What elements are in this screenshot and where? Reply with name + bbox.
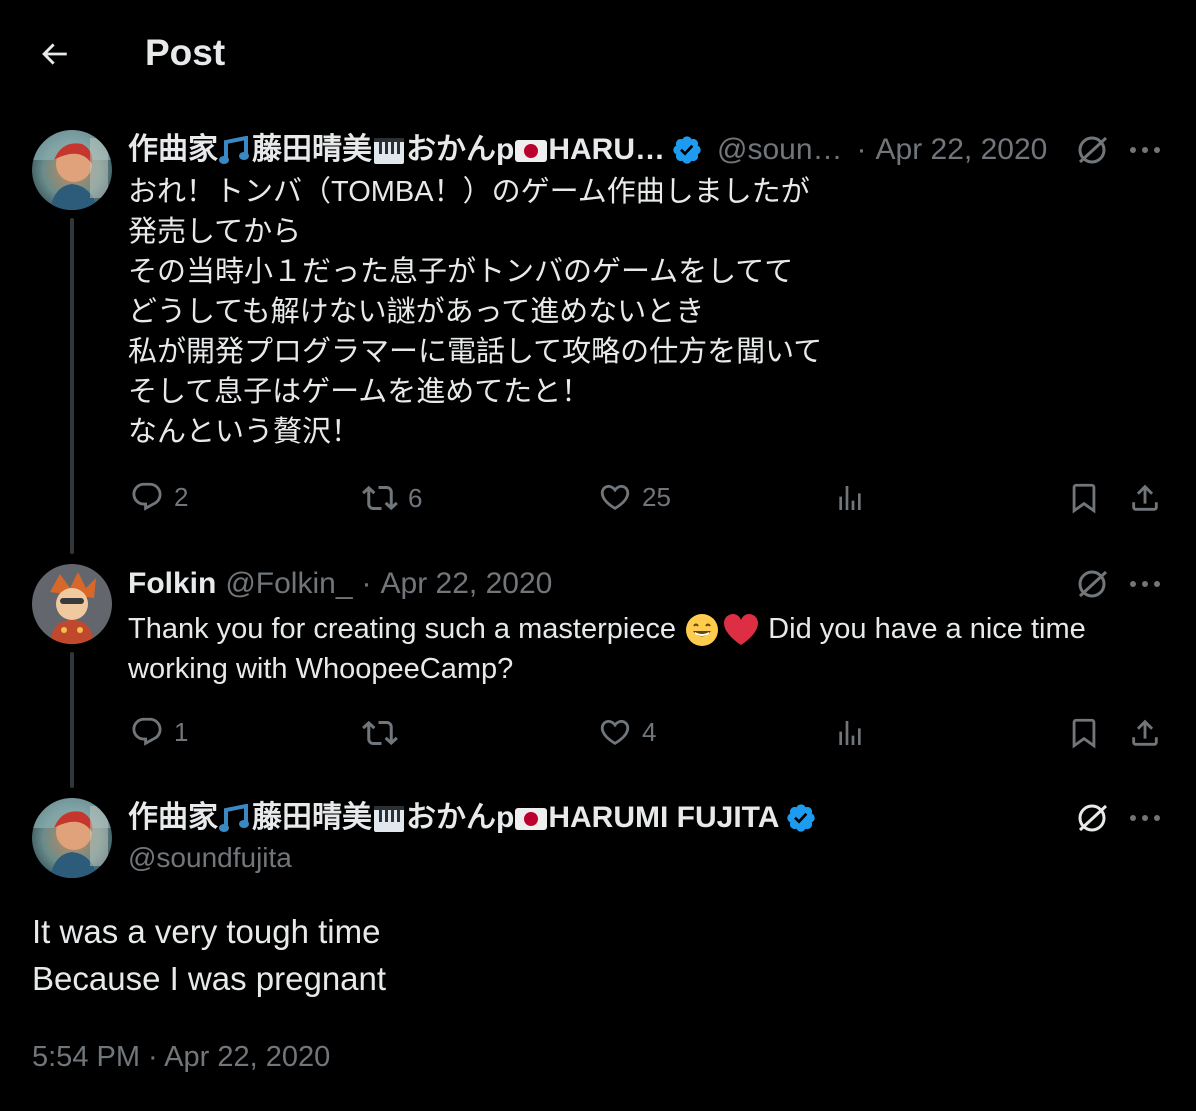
like-count: 25 bbox=[642, 481, 671, 512]
grok-icon bbox=[1078, 804, 1108, 832]
bookmark-button[interactable] bbox=[1066, 480, 1102, 516]
more-dots-icon bbox=[1130, 147, 1160, 153]
separator: · bbox=[856, 133, 867, 166]
grok-icon bbox=[1078, 136, 1108, 164]
piano-keys-icon bbox=[374, 138, 404, 165]
repost-button[interactable]: 6 bbox=[362, 480, 422, 516]
reply-icon bbox=[132, 717, 162, 746]
share-icon bbox=[1132, 719, 1158, 746]
heart-icon bbox=[600, 719, 630, 745]
display-name[interactable]: Folkin bbox=[128, 565, 216, 603]
tweet-text: It was a very tough time Because I was p… bbox=[32, 908, 386, 1002]
handle[interactable]: @soun… bbox=[717, 131, 843, 169]
bookmark-icon bbox=[1072, 483, 1096, 514]
thread-line bbox=[70, 652, 74, 788]
repost-button[interactable] bbox=[362, 715, 408, 751]
repost-count: 6 bbox=[408, 482, 423, 513]
bookmark-button[interactable] bbox=[1066, 715, 1102, 751]
share-button[interactable] bbox=[1127, 715, 1163, 751]
tweet-text-line: It was a very tough time bbox=[32, 913, 381, 950]
handle[interactable]: @soundfujita bbox=[128, 840, 292, 876]
grok-icon bbox=[1078, 570, 1108, 598]
bookmark-icon bbox=[1072, 718, 1096, 749]
piano-keys-icon bbox=[374, 806, 404, 833]
tweet-date[interactable]: Apr 22, 2020 bbox=[876, 131, 1048, 169]
repost-icon bbox=[362, 720, 398, 746]
more-options-button[interactable] bbox=[1126, 132, 1164, 168]
page-title: Post bbox=[145, 32, 226, 73]
share-button[interactable] bbox=[1127, 480, 1163, 516]
more-options-button[interactable] bbox=[1126, 800, 1164, 836]
more-dots-icon bbox=[1130, 815, 1160, 821]
views-bar-chart-icon bbox=[839, 721, 861, 745]
post-timestamp[interactable]: 5:54 PM · Apr 22, 2020 bbox=[32, 1038, 330, 1076]
grinning-face-icon bbox=[686, 614, 719, 647]
views-bar-chart-icon bbox=[839, 486, 861, 510]
red-heart-icon bbox=[724, 614, 759, 646]
verified-badge-icon bbox=[787, 804, 816, 832]
share-icon bbox=[1132, 484, 1158, 511]
reply-count: 2 bbox=[174, 481, 189, 512]
arrow-left-icon bbox=[42, 43, 67, 65]
views-button[interactable] bbox=[834, 482, 866, 514]
like-count: 4 bbox=[642, 716, 657, 747]
music-notes-icon bbox=[219, 136, 249, 165]
display-name[interactable]: 作曲家 藤田晴美 おかんp HARU… bbox=[128, 131, 665, 169]
music-notes-icon bbox=[219, 804, 249, 833]
reply-button[interactable]: 1 bbox=[130, 715, 188, 749]
like-button[interactable]: 25 bbox=[598, 480, 671, 514]
more-dots-icon bbox=[1130, 581, 1160, 587]
display-name[interactable]: 作曲家 藤田晴美 おかんp HARUMI FUJITA bbox=[128, 799, 779, 837]
reply-icon bbox=[132, 482, 162, 511]
tweet-text: Thank you for creating such a masterpiec… bbox=[128, 613, 1086, 685]
grok-button[interactable] bbox=[1074, 800, 1110, 836]
tweet-date[interactable]: Apr 22, 2020 bbox=[381, 565, 553, 603]
japan-flag-icon bbox=[515, 140, 548, 163]
repost-icon bbox=[362, 485, 398, 511]
verified-badge-icon bbox=[673, 136, 701, 164]
back-button[interactable] bbox=[34, 34, 74, 74]
author-name-row: 作曲家 藤田晴美 おかんp HARUMI FUJITA bbox=[128, 799, 817, 837]
heart-icon bbox=[600, 484, 630, 510]
like-button[interactable]: 4 bbox=[598, 715, 656, 749]
grok-button[interactable] bbox=[1074, 132, 1110, 168]
reply-count: 1 bbox=[174, 716, 189, 747]
avatar[interactable] bbox=[32, 798, 112, 878]
tweet-text: おれ！トンバ（TOMBA！）のゲーム作曲しましたが 発売してから その当時小１だ… bbox=[128, 176, 823, 448]
handle[interactable]: @Folkin_ bbox=[225, 565, 352, 603]
reply-button[interactable]: 2 bbox=[130, 480, 188, 514]
more-options-button[interactable] bbox=[1126, 566, 1164, 602]
tweet-header: Folkin @Folkin_ · Apr 22, 2020 bbox=[128, 565, 552, 603]
avatar[interactable] bbox=[32, 130, 112, 210]
grok-button[interactable] bbox=[1074, 566, 1110, 602]
avatar[interactable] bbox=[32, 564, 112, 644]
separator: · bbox=[361, 567, 372, 600]
tweet-header: 作曲家 藤田晴美 おかんp HARU… @soun… · Apr 22, 2020 bbox=[128, 131, 1047, 169]
views-button[interactable] bbox=[834, 717, 866, 749]
thread-line bbox=[70, 218, 74, 554]
japan-flag-icon bbox=[515, 808, 548, 831]
tweet-text-line: Because I was pregnant bbox=[32, 960, 387, 997]
